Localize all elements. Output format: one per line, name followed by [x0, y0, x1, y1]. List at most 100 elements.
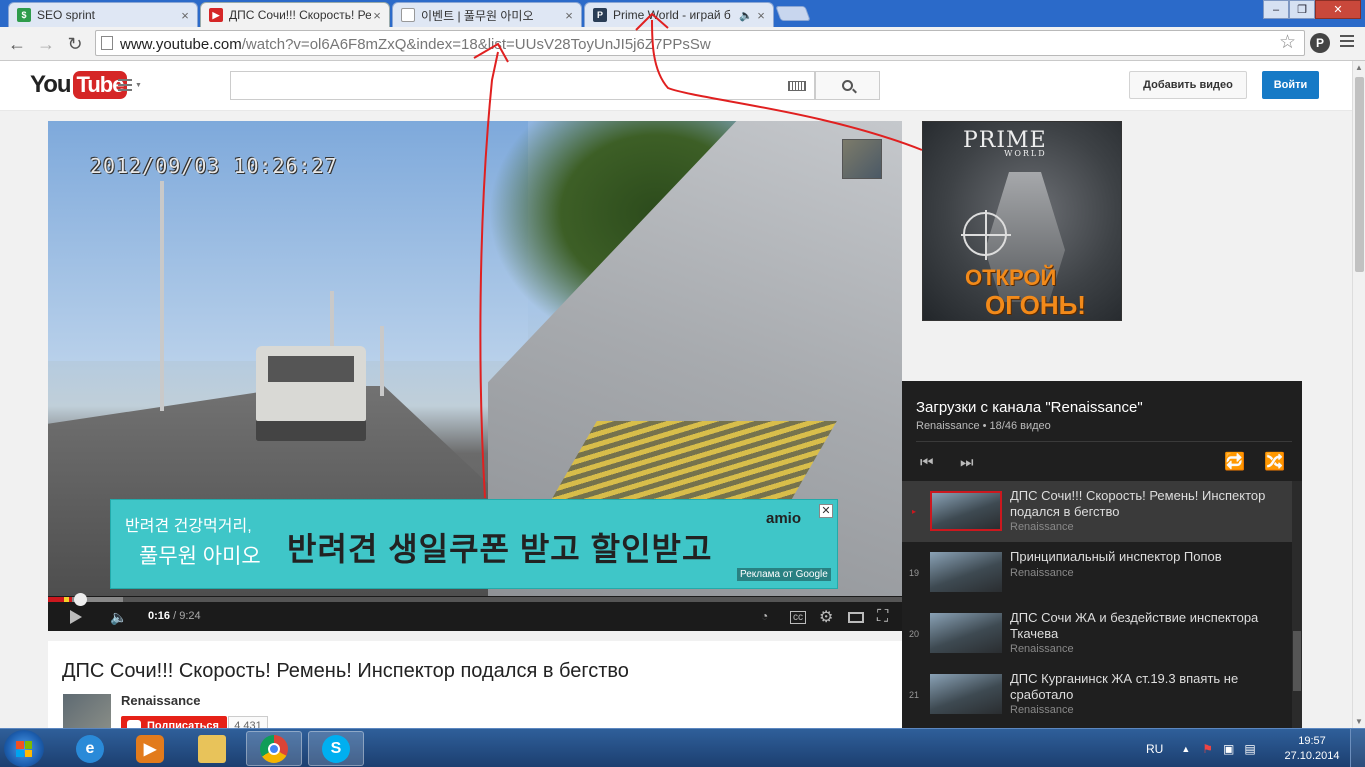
keyboard-icon[interactable] [788, 81, 806, 91]
ad-label[interactable]: Реклама от Google [737, 568, 831, 581]
video-frame[interactable]: 2012/09/03 10:26:27 반려견 건강먹거리, 풀무원 아미오 반… [48, 121, 902, 596]
primeworld-favicon-icon: P [593, 8, 607, 22]
playlist-item-owner: Renaissance [1010, 704, 1074, 716]
fullscreen-icon[interactable]: ⛶ [877, 608, 888, 626]
next-icon[interactable]: ⏭ [960, 454, 974, 471]
new-tab-button[interactable] [775, 6, 811, 21]
back-arrow-icon[interactable]: ← [6, 33, 28, 55]
taskbar-skype[interactable]: S [308, 731, 364, 766]
playlist-items: ▸ ДПС Сочи!!! Скорость! Ремень! Инспекто… [902, 481, 1292, 725]
taskbar-chrome[interactable] [246, 731, 302, 766]
url-text: www.youtube.com/watch?v=ol6A6F8mZxQ&inde… [120, 36, 711, 53]
playlist-item[interactable]: ▸ ДПС Сочи!!! Скорость! Ремень! Инспекто… [902, 481, 1292, 542]
ad-close-icon[interactable]: ✕ [819, 504, 833, 518]
forward-arrow-icon[interactable]: → [35, 33, 57, 55]
taskbar-media-player[interactable]: ▶ [122, 731, 178, 766]
tab-title: ДПС Сочи!!! Скорость! Ре [229, 8, 371, 22]
playlist-scroll-thumb[interactable] [1293, 631, 1301, 691]
playlist-item-title[interactable]: Принципиальный инспектор Попов [1010, 549, 1280, 565]
ad-line1: 반려견 건강먹거리, [125, 518, 252, 535]
overlay-ad[interactable]: 반려견 건강먹거리, 풀무원 아미오 반려견 생일쿠폰 받고 할인받고 amio… [110, 499, 838, 589]
browser-toolbar: ← → ↻ www.youtube.com/watch?v=ol6A6F8mZx… [0, 27, 1365, 61]
tab-close-icon[interactable]: × [179, 8, 191, 23]
progress-bar[interactable] [48, 593, 902, 606]
bookmark-star-icon[interactable]: ☆ [1279, 31, 1296, 54]
tab-pulmuone-event[interactable]: 이벤트 | 풀무원 아미오 × [392, 2, 582, 27]
browser-tabstrip: $ SEO sprint × ▶ ДПС Сочи!!! Скорость! Р… [0, 0, 1365, 27]
scrubber-handle[interactable] [74, 593, 87, 606]
shuffle-icon[interactable]: 🔀 [1264, 452, 1285, 472]
ad-headline: 반려견 생일쿠폰 받고 할인받고 [287, 531, 713, 567]
video-thumbnail[interactable] [930, 491, 1002, 531]
device-icon[interactable]: ▣ [1223, 742, 1234, 756]
page-scrollbar[interactable]: ▲ ▼ [1352, 61, 1365, 728]
tab-close-icon[interactable]: × [563, 8, 575, 23]
sidebar-ad-prime-world[interactable]: PRIME WORLD ОТКРОЙ ОГОНЬ! [922, 121, 1122, 321]
scrollbar-thumb[interactable] [1355, 77, 1364, 272]
playlist-item-title[interactable]: ДПС Сочи!!! Скорость! Ремень! Инспектор … [1010, 488, 1280, 520]
youtube-logo[interactable]: You Tube [30, 71, 128, 99]
chrome-menu-icon[interactable] [1340, 35, 1354, 50]
loop-icon[interactable]: 🔁 [1224, 452, 1245, 472]
playlist-item-title[interactable]: ДПС Курганинск ЖА ст.19.3 впаять не сраб… [1010, 671, 1280, 703]
extension-icon[interactable]: P [1310, 33, 1330, 53]
start-button[interactable] [4, 730, 44, 767]
tab-title: SEO sprint [37, 8, 96, 22]
ad-brand: amio [766, 510, 802, 527]
network-icon[interactable]: ▤ [1244, 742, 1255, 756]
playlist-title[interactable]: Загрузки с канала "Renaissance" [916, 399, 1143, 416]
tab-close-icon[interactable]: × [755, 8, 767, 23]
show-desktop-button[interactable] [1350, 729, 1365, 767]
previous-icon[interactable]: ⏮ [920, 454, 934, 471]
youtube-favicon-icon: ▶ [209, 8, 223, 22]
search-button[interactable] [815, 71, 880, 100]
playlist-item[interactable]: 21 ДПС Курганинск ЖА ст.19.3 впаять не с… [902, 664, 1292, 725]
video-timestamp: 2012/09/03 10:26:27 [90, 154, 338, 178]
channel-watermark[interactable] [842, 139, 882, 179]
watch-later-icon[interactable]: ◔ [761, 609, 768, 623]
playlist-panel: Загрузки с канала "Renaissance" Renaissa… [902, 381, 1302, 728]
url-host: www.youtube.com [120, 36, 242, 53]
seo-sprint-favicon-icon: $ [17, 8, 31, 22]
media-player-icon: ▶ [136, 734, 164, 763]
captions-icon[interactable]: cc [790, 611, 806, 624]
reload-icon[interactable]: ↻ [64, 33, 86, 55]
close-window-button[interactable]: ✕ [1315, 0, 1361, 19]
language-indicator[interactable]: RU [1146, 742, 1163, 756]
playlist-item-title[interactable]: ДПС Сочи ЖА и бездействие инспектора Тка… [1010, 610, 1280, 642]
settings-gear-icon[interactable]: ⚙ [819, 607, 833, 627]
maximize-button[interactable]: ❐ [1289, 0, 1315, 19]
video-thumbnail[interactable] [930, 674, 1002, 714]
taskbar-internet-explorer[interactable]: e [62, 731, 118, 766]
playlist-item[interactable]: 19 Принципиальный инспектор Попов Renais… [902, 542, 1292, 603]
url-path: /watch?v=ol6A6F8mZxQ&index=18&list=UUsV2… [241, 36, 711, 53]
tab-prime-world[interactable]: P Prime World - играй б 🔈 × [584, 2, 774, 27]
video-player[interactable]: 2012/09/03 10:26:27 반려견 건강먹거리, 풀무원 아미오 반… [48, 121, 902, 631]
guide-menu-icon[interactable]: ▼ [118, 79, 142, 94]
search-input[interactable] [230, 71, 815, 100]
scroll-up-icon[interactable]: ▲ [1355, 63, 1363, 72]
volume-icon[interactable]: 🔈 [110, 609, 127, 626]
signin-button[interactable]: Войти [1262, 71, 1319, 99]
upload-button[interactable]: Добавить видео [1129, 71, 1247, 99]
system-tray: RU ▲ ⚑ ▣ ▤ [1146, 729, 1256, 767]
video-thumbnail[interactable] [930, 613, 1002, 653]
tab-youtube-video[interactable]: ▶ ДПС Сочи!!! Скорость! Ре × [200, 2, 390, 27]
scroll-down-icon[interactable]: ▼ [1355, 717, 1363, 726]
playlist-item[interactable]: 20 ДПС Сочи ЖА и бездействие инспектора … [902, 603, 1292, 664]
playlist-scrollbar[interactable] [1292, 481, 1302, 728]
channel-name[interactable]: Renaissance [121, 693, 201, 708]
tab-seo-sprint[interactable]: $ SEO sprint × [8, 2, 198, 27]
minimize-button[interactable]: ‒ [1263, 0, 1289, 19]
action-center-icon[interactable]: ⚑ [1202, 742, 1213, 756]
theater-mode-icon[interactable] [848, 612, 864, 623]
tab-close-icon[interactable]: × [371, 8, 383, 23]
tray-expand-icon[interactable]: ▲ [1181, 744, 1190, 754]
video-thumbnail[interactable] [930, 552, 1002, 592]
taskbar-clock[interactable]: 19:57 27.10.2014 [1282, 734, 1342, 764]
taskbar-file-explorer[interactable] [184, 731, 240, 766]
address-bar[interactable]: www.youtube.com/watch?v=ol6A6F8mZxQ&inde… [95, 30, 1305, 56]
youtube-header: You Tube ▼ Добавить видео Войти [0, 61, 1352, 111]
play-icon[interactable] [70, 610, 82, 624]
video-info: ДПС Сочи!!! Скорость! Ремень! Инспектор … [48, 641, 902, 736]
